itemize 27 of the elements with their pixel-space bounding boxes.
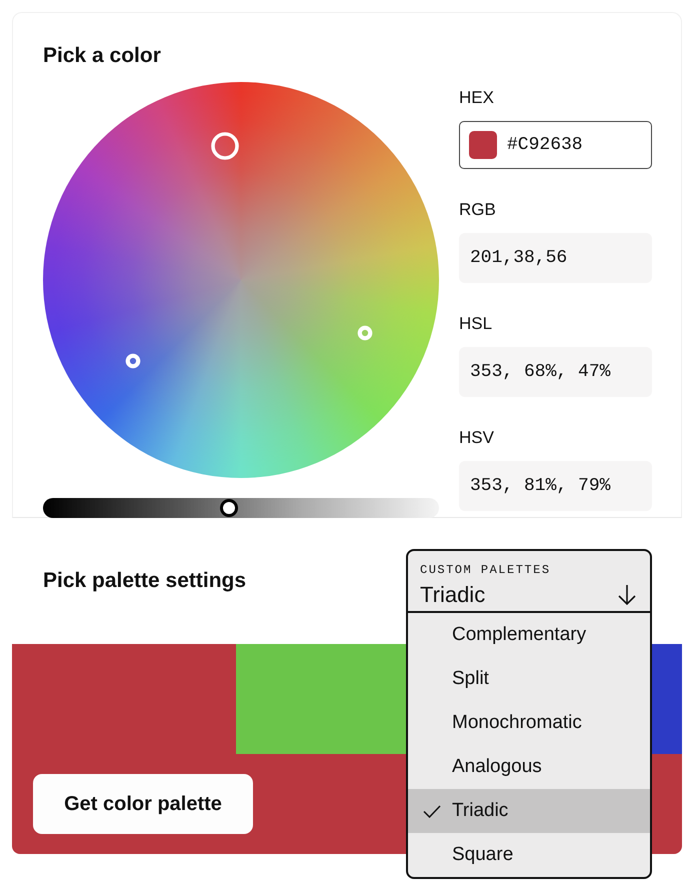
dropdown-value: Triadic — [420, 582, 486, 608]
dropdown-label: CUSTOM PALETTES — [420, 563, 552, 577]
value-field[interactable]: 353, 68%, 47% — [459, 347, 652, 397]
field-label: HSL — [459, 314, 492, 334]
section-title: Pick a color — [43, 44, 161, 68]
slider-thumb[interactable] — [220, 499, 238, 517]
menu-option[interactable]: Triadic — [408, 789, 650, 833]
section-title: Pick palette settings — [43, 569, 246, 593]
check-icon — [423, 804, 441, 818]
field-label: RGB — [459, 200, 496, 220]
value-field[interactable]: 201,38,56 — [459, 233, 652, 283]
menu-option[interactable]: Complementary — [408, 613, 650, 657]
menu-option[interactable]: Analogous — [408, 745, 650, 789]
field-label: HEX — [459, 88, 494, 108]
value-field[interactable]: 353, 81%, 79% — [459, 461, 652, 511]
handle-ring-icon[interactable] — [126, 354, 141, 369]
dropdown-toggle[interactable]: CUSTOM PALETTES Triadic — [408, 551, 650, 613]
arrow-down-icon — [617, 584, 637, 606]
field-label: HSV — [459, 428, 494, 448]
menu-option[interactable]: Split — [408, 657, 650, 701]
hex-input[interactable]: #C92638 — [459, 121, 652, 169]
menu-option[interactable]: Monochromatic — [408, 701, 650, 745]
get-palette-button[interactable]: Get color palette — [33, 774, 253, 834]
handle-ring-icon[interactable] — [357, 325, 372, 340]
handle-ring-icon[interactable] — [210, 132, 239, 160]
lightness-slider[interactable] — [43, 498, 439, 518]
menu-option[interactable]: Square — [408, 833, 650, 877]
